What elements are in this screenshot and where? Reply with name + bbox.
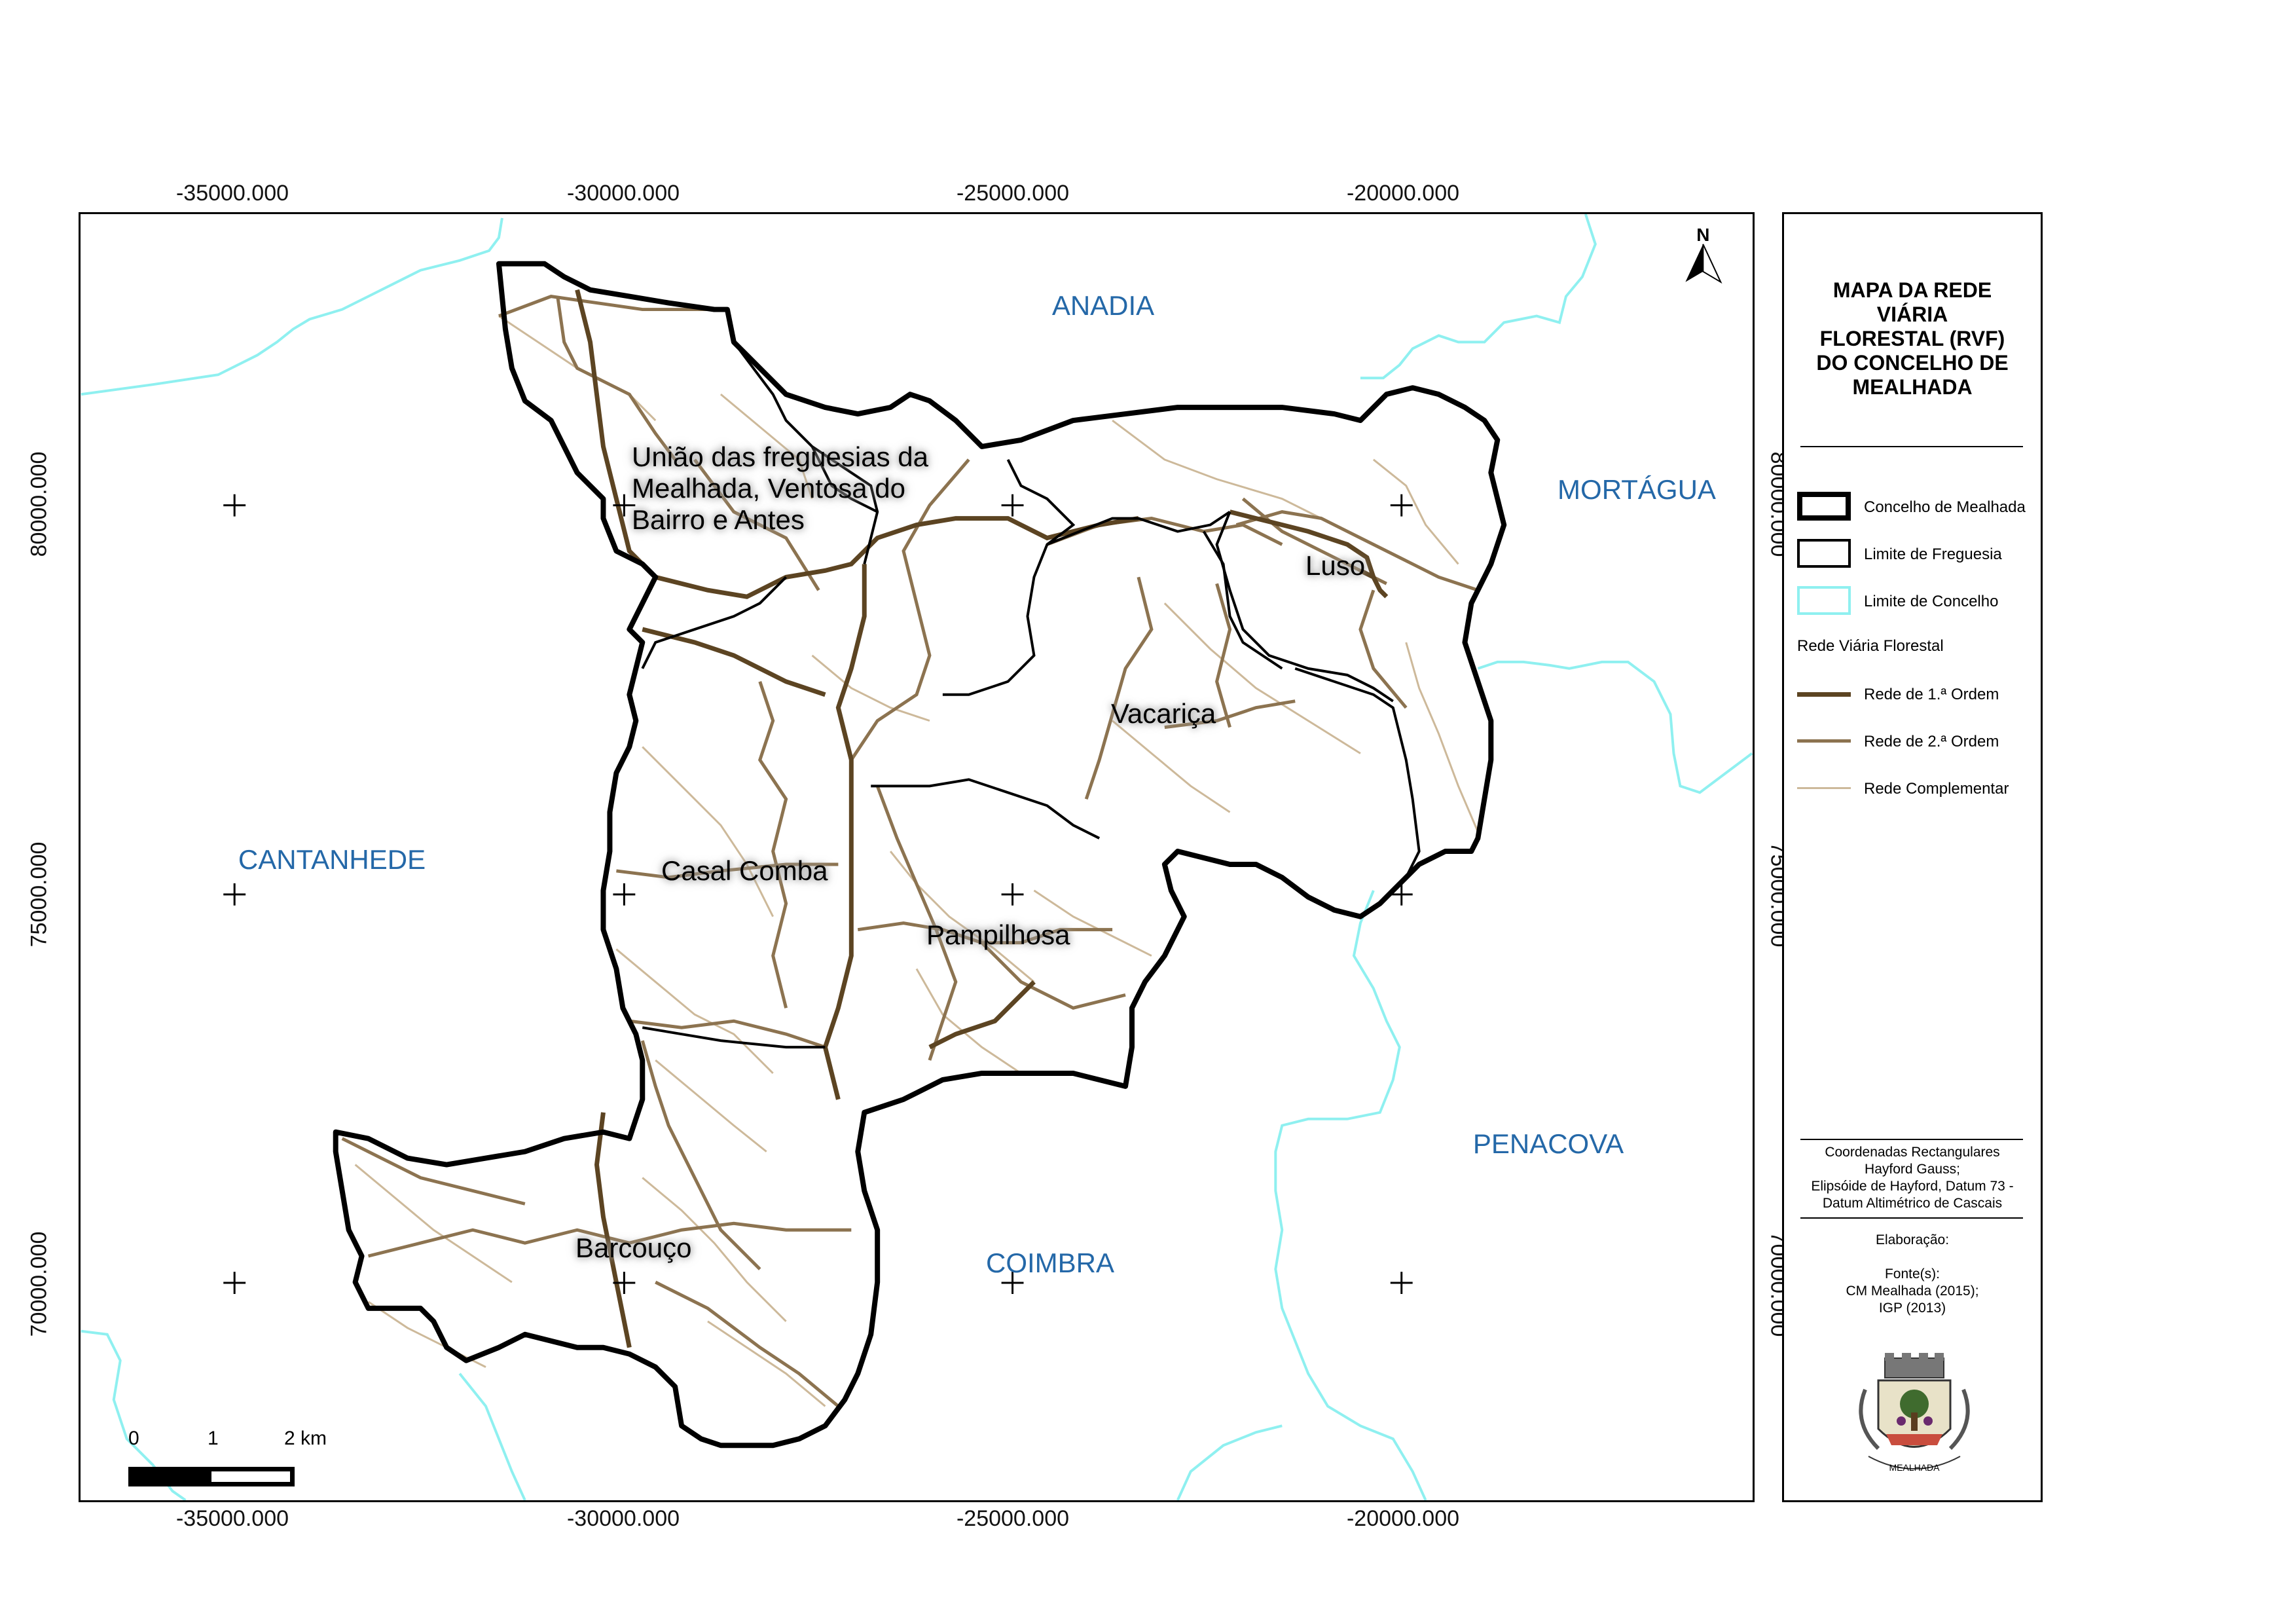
primary-road [642,627,826,697]
grid-cross [613,883,636,906]
grid-label-bottom-x: -35000.000 [175,1506,289,1531]
legend-divider [1800,1217,2023,1219]
thick-outline-swatch-icon [1797,492,1851,521]
grid-cross [1390,494,1413,517]
complementary-road [707,1320,826,1407]
legend-item-rede-1: Rede de 1.ª Ordem [1797,679,2039,713]
grid-label-bottom-x: -25000.000 [956,1506,1070,1531]
legend-title: MAPA DA REDE VIÁRIA FLORESTAL (RVF) DO C… [1816,278,2009,399]
secondary-road [980,941,1126,1010]
grid-label-left-y: 75000.000 [26,841,52,948]
secondary-road-swatch-icon [1797,739,1851,743]
cyan-outline-swatch-icon [1797,586,1851,615]
complementary-road [1372,458,1459,565]
grid-cross [223,1272,246,1294]
grid-cross [1001,494,1024,517]
grid-label-top-x: -30000.000 [566,181,680,206]
emblem-motto: MEALHADA [1889,1462,1940,1473]
legend-item-label: Rede de 1.ª Ordem [1864,686,1999,703]
primary-road [594,1112,632,1348]
scale-bar-label: 2 km [284,1428,327,1449]
legend-item-label: Concelho de Mealhada [1864,498,2026,516]
complementary-road [1163,602,1361,754]
legend-divider [1800,1139,2023,1140]
complementary-road [1112,419,1335,526]
legend-item-label: Rede de 2.ª Ordem [1864,733,1999,750]
primary-road-swatch-icon [1797,692,1851,697]
parish-limit [1202,530,1283,670]
municipality-label: COIMBRA [985,1247,1115,1278]
complementary-road [655,1059,767,1153]
secondary-road [629,1019,826,1049]
grid-label-top-x: -35000.000 [175,181,289,206]
parish-label: Pampilhosa [926,919,1070,950]
grid-cross [1390,1272,1413,1294]
grid-cross [223,883,246,906]
primary-road [822,564,867,1100]
legend-panel: MAPA DA REDE VIÁRIA FLORESTAL (RVF) DO C… [1782,212,2043,1502]
complementary-road [642,746,774,917]
grid-label-top-x: -20000.000 [1346,181,1460,206]
north-arrow-icon: N [1685,225,1722,284]
county-limit-line [1360,214,1597,380]
scale-bar-label: 1 [208,1428,219,1449]
scale-bar [128,1467,295,1486]
parish-limit [871,778,1101,840]
legend-item-rede-2: Rede de 2.ª Ordem [1797,726,2039,760]
legend-item-label: Limite de Freguesia [1864,545,2002,563]
secondary-road [1358,589,1408,709]
municipality-label: CANTANHEDE [238,844,426,875]
grid-label-left-y: 70000.000 [26,1231,52,1337]
municipality-label: ANADIA [1051,290,1155,321]
complementary-road [1405,642,1479,832]
legend-item-label: Rede Complementar [1864,780,2009,798]
legend-item-freguesia: Limite de Freguesia [1797,539,2039,573]
outline-swatch-icon [1797,539,1851,568]
secondary-road [341,1137,526,1206]
parish-label: Barcouço [575,1232,692,1263]
grid-label-bottom-x: -20000.000 [1346,1506,1460,1531]
scale-bar-label: 0 [128,1428,139,1449]
complementary-road [915,968,1022,1075]
county-limit-line [1477,660,1753,794]
grid-label-left-y: 80000.000 [26,451,52,557]
grid-label-bottom-x: -30000.000 [566,1506,680,1531]
complementary-road-swatch-icon [1797,787,1851,789]
county-limit-line [458,1373,526,1500]
north-label: N [1696,225,1709,245]
municipality-label: PENACOVA [1472,1128,1624,1159]
legend-item-rede-complementar: Rede Complementar [1797,773,2039,807]
secondary-road [757,681,788,1008]
parish-label: Casal Comba [661,855,828,886]
mealhada-coat-of-arms-icon: MEALHADA [1859,1353,1970,1473]
grid-crosses [223,494,1413,1294]
parish-label: Luso [1305,550,1366,581]
complementary-road [1112,720,1231,813]
parish-label: União das freguesias da Mealhada, Ventos… [632,441,928,535]
secondary-road [655,1280,839,1408]
county-limit-line [81,217,503,396]
complementary-road [811,654,930,722]
parish-limit [942,458,1076,696]
grid-label-top-x: -25000.000 [956,181,1070,206]
grid-cross [1001,883,1024,906]
legend-item-limite-concelho: Limite de Concelho [1797,586,2039,620]
county-limit-line [1274,890,1427,1500]
county-limit-line [1176,1424,1283,1500]
legend-network-header: Rede Viária Florestal [1797,637,1944,655]
secondary-road [1084,576,1154,800]
grid-cross [223,494,246,517]
secondary-road [556,296,677,461]
legend-item-label: Limite de Concelho [1864,593,1999,610]
elaboration-label: Elaboração: [1875,1232,1950,1247]
parish-label: Vacariça [1111,698,1216,729]
parish-limit [1046,510,1231,546]
legend-divider [1800,446,2023,447]
sources-note: Fonte(s): CM Mealhada (2015); IGP (2013) [1846,1266,1979,1316]
municipality-label: MORTÁGUA [1558,474,1716,505]
projection-note: Coordenadas Rectangulares Hayford Gauss;… [1811,1145,2014,1211]
legend-item-concelho: Concelho de Mealhada [1797,492,2039,526]
